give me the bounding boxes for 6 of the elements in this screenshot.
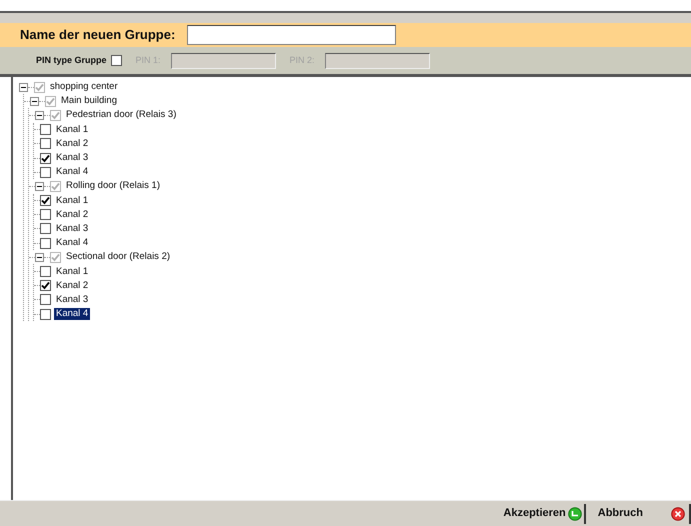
- name-label: Name der neuen Gruppe:: [20, 26, 176, 44]
- close-icon: [671, 506, 685, 520]
- pin-type-label: PIN type Gruppe: [36, 54, 107, 67]
- name-input-field[interactable]: [187, 25, 396, 45]
- pin-type-checkbox[interactable]: [110, 55, 122, 66]
- check-circle-icon: [568, 506, 582, 520]
